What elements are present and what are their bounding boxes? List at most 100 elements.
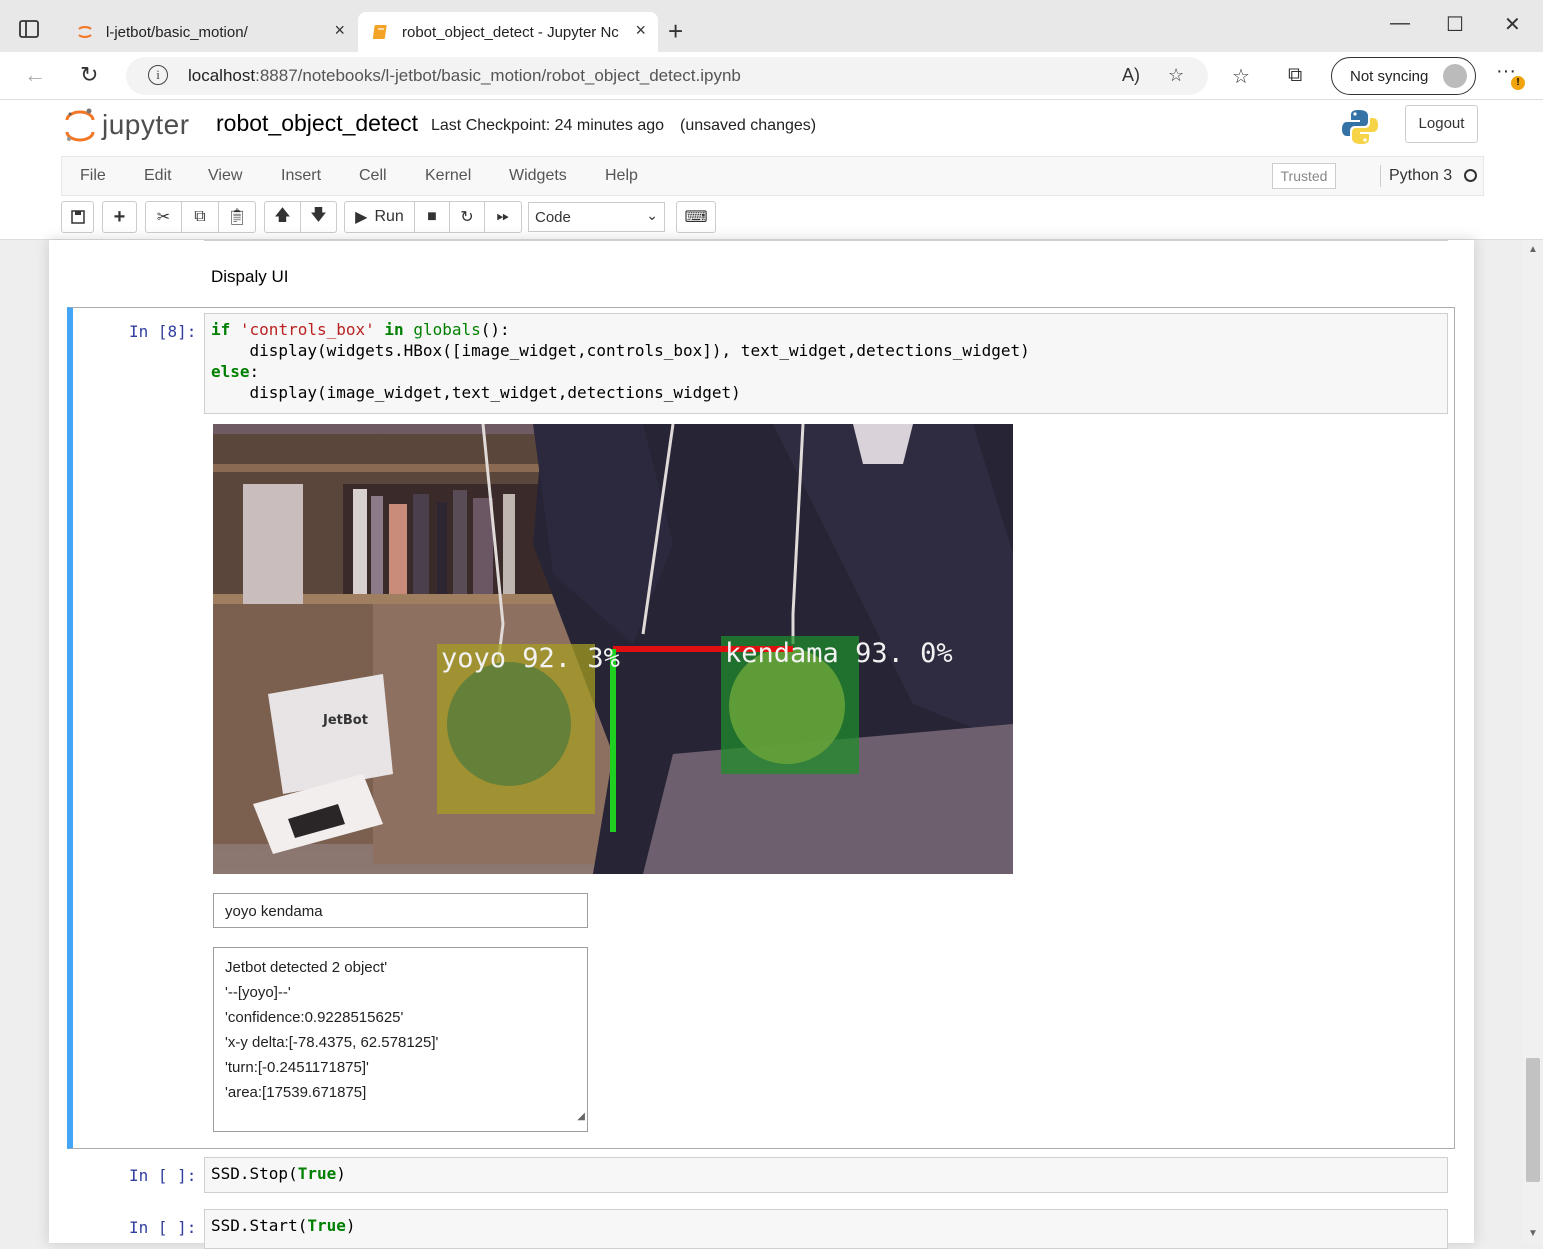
input-prompt: In [ ]: — [129, 1218, 197, 1237]
window-close-icon[interactable]: ✕ — [1504, 12, 1521, 37]
stop-icon: ■ — [427, 208, 437, 225]
notebook-scroll-area: Dispaly UI In [8]: if 'controls_box' in … — [0, 238, 1523, 1249]
code-editor-start[interactable]: SSD.Start(True) — [204, 1209, 1448, 1249]
command-palette-button[interactable]: ⌨ — [676, 201, 716, 233]
browser-tab-robot-object-detect[interactable]: robot_object_detect - Jupyter Nc × — [358, 12, 658, 52]
kernel-divider — [1380, 165, 1381, 187]
fast-forward-icon: ⏩︎ — [496, 208, 510, 225]
avatar — [1443, 64, 1467, 88]
plus-icon: + — [113, 205, 126, 228]
tab-actions-icon[interactable] — [18, 18, 40, 40]
site-info-icon[interactable]: i — [148, 65, 168, 85]
menu-cell[interactable]: Cell — [359, 167, 387, 185]
input-prompt: In [8]: — [129, 322, 197, 341]
unsaved-status: (unsaved changes) — [680, 117, 817, 134]
yoyo-object — [447, 662, 571, 786]
tab-title: l-jetbot/basic_motion/ — [106, 23, 248, 41]
save-icon — [70, 210, 85, 224]
detections-textarea[interactable]: Jetbot detected 2 object' '--[yoyo]--' '… — [213, 947, 588, 1132]
url-text[interactable]: localhost:8887/notebooks/l-jetbot/basic_… — [188, 66, 741, 86]
back-arrow-icon[interactable]: ← — [24, 62, 46, 88]
checkpoint-status: Last Checkpoint: 24 minutes ago — [431, 117, 665, 134]
run-label: Run — [374, 208, 404, 225]
camera-frame-image: JetBot yoyo 92. 3% kendama 93. 0% — [213, 424, 1013, 874]
arrow-down-icon: 🡇 — [310, 206, 327, 224]
copy-button[interactable]: ⧉ — [181, 201, 219, 233]
url-bar[interactable]: i localhost:8887/notebooks/l-jetbot/basi… — [126, 57, 1208, 95]
python-logo-icon — [1342, 110, 1378, 144]
arrow-up-icon: 🡅 — [274, 206, 291, 224]
menu-file[interactable]: File — [80, 167, 106, 185]
menu-insert[interactable]: Insert — [281, 167, 321, 185]
minimize-icon[interactable]: — — [1390, 12, 1410, 35]
add-favorite-icon[interactable]: ☆ — [1168, 65, 1184, 86]
insert-cell-button[interactable]: + — [102, 201, 137, 233]
detection-line: '--[yoyo]--' — [225, 984, 291, 1001]
jupyter-logo-text: jupyter — [102, 109, 190, 140]
interrupt-button[interactable]: ■ — [414, 201, 450, 233]
move-down-button[interactable]: 🡇 — [300, 201, 337, 233]
read-aloud-icon[interactable]: A) — [1122, 65, 1140, 86]
favorites-icon[interactable]: ☆ — [1232, 64, 1250, 89]
scroll-up-icon[interactable]: ▲ — [1528, 244, 1538, 255]
play-icon: ▶ — [355, 209, 368, 226]
menu-widgets[interactable]: Widgets — [509, 167, 567, 185]
move-up-button[interactable]: 🡅 — [264, 201, 301, 233]
cut-button[interactable]: ✂ — [145, 201, 182, 233]
cell-type-select[interactable]: Code ⌄ — [528, 202, 665, 232]
new-tab-icon[interactable]: + — [668, 16, 683, 47]
input-prompt: In [ ]: — [129, 1166, 197, 1185]
restart-run-all-button[interactable]: ⏩︎ — [484, 201, 522, 233]
detection-line: Jetbot detected 2 object' — [225, 959, 388, 976]
browser-tab-basic-motion[interactable]: l-jetbot/basic_motion/ × — [62, 12, 357, 52]
detection-line: 'area:[17539.671875] — [225, 1084, 367, 1101]
scroll-down-icon[interactable]: ▼ — [1528, 1228, 1538, 1239]
cell-type-value: Code — [535, 209, 571, 226]
restart-icon: ↻ — [460, 209, 474, 226]
tab-close-icon[interactable]: × — [334, 20, 345, 41]
chevron-down-icon: ⌄ — [646, 207, 658, 223]
maximize-icon[interactable]: ☐ — [1446, 12, 1464, 37]
save-button[interactable] — [61, 201, 94, 233]
menu-view[interactable]: View — [208, 167, 242, 185]
markdown-cell-text[interactable]: Dispaly UI — [211, 267, 288, 287]
trusted-indicator[interactable]: Trusted — [1272, 163, 1336, 189]
collections-icon[interactable]: ⧉ — [1288, 64, 1302, 87]
restart-button[interactable]: ↻ — [449, 201, 485, 233]
run-button[interactable]: ▶ Run — [344, 201, 415, 233]
address-toolbar: ← ↻ i localhost:8887/notebooks/l-jetbot/… — [0, 52, 1543, 100]
page-scrollbar[interactable]: ▲ ▼ — [1523, 240, 1543, 1243]
browser-tab-bar: l-jetbot/basic_motion/ × robot_object_de… — [0, 0, 1543, 52]
text-widget-input[interactable]: yoyo kendama — [213, 893, 588, 928]
jupyter-favicon-icon — [78, 26, 92, 38]
detection-line: 'turn:[-0.2451171875]' — [225, 1059, 369, 1076]
menu-help[interactable]: Help — [605, 167, 638, 185]
kernel-idle-icon — [1464, 169, 1477, 182]
paste-icon: 📋︎ — [226, 209, 248, 226]
scrollbar-thumb[interactable] — [1526, 1058, 1540, 1182]
previous-cell-edge — [204, 238, 1448, 241]
kendama-label: kendama 93. 0% — [725, 638, 953, 669]
refresh-icon[interactable]: ↻ — [80, 62, 98, 88]
tab-title: robot_object_detect - Jupyter Nc — [402, 23, 619, 41]
tab-close-icon[interactable]: × — [635, 20, 646, 41]
menu-kernel[interactable]: Kernel — [425, 167, 471, 185]
code-editor-stop[interactable]: SSD.Stop(True) — [204, 1157, 1448, 1193]
scissors-icon: ✂ — [156, 209, 171, 226]
detection-line: 'x-y delta:[-78.4375, 62.578125]' — [225, 1034, 439, 1051]
sync-label: Not syncing — [1350, 68, 1429, 85]
resize-handle-icon[interactable]: ◢ — [577, 1104, 585, 1129]
update-badge-icon: ! — [1511, 76, 1525, 90]
copy-icon: ⧉ — [194, 208, 206, 225]
menu-bar: File Edit View Insert Cell Kernel Widget… — [61, 156, 1484, 196]
logout-button[interactable]: Logout — [1405, 105, 1478, 143]
notebook-name[interactable]: robot_object_detect — [216, 110, 418, 137]
paste-button[interactable]: 📋︎ — [218, 201, 256, 233]
kernel-name[interactable]: Python 3 — [1389, 167, 1452, 185]
profile-sync-button[interactable]: Not syncing — [1331, 57, 1476, 95]
jupyter-header: jupyter robot_object_detect Last Checkpo… — [0, 100, 1543, 240]
notebook-container: Dispaly UI In [8]: if 'controls_box' in … — [49, 238, 1474, 1249]
menu-edit[interactable]: Edit — [144, 167, 172, 185]
jupyter-logo[interactable]: jupyter — [64, 106, 190, 144]
code-editor[interactable]: if 'controls_box' in globals(): display(… — [204, 313, 1448, 414]
